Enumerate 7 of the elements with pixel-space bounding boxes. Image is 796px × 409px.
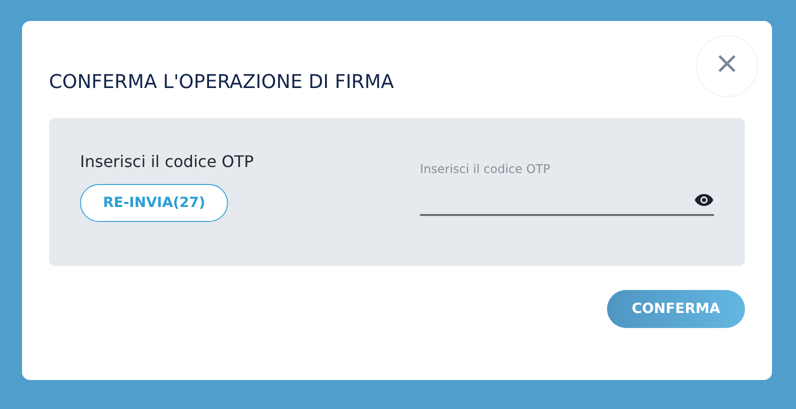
otp-label: Inserisci il codice OTP: [80, 152, 255, 171]
resend-button[interactable]: RE-INVIA(27): [80, 184, 228, 222]
close-button[interactable]: ×: [696, 35, 758, 97]
otp-input-field[interactable]: Inserisci il codice OTP: [420, 118, 714, 266]
confirm-button[interactable]: CONFERMA: [607, 290, 745, 328]
dialog-title: CONFERMA L'OPERAZIONE DI FIRMA: [49, 71, 394, 93]
eye-icon[interactable]: [694, 193, 714, 207]
